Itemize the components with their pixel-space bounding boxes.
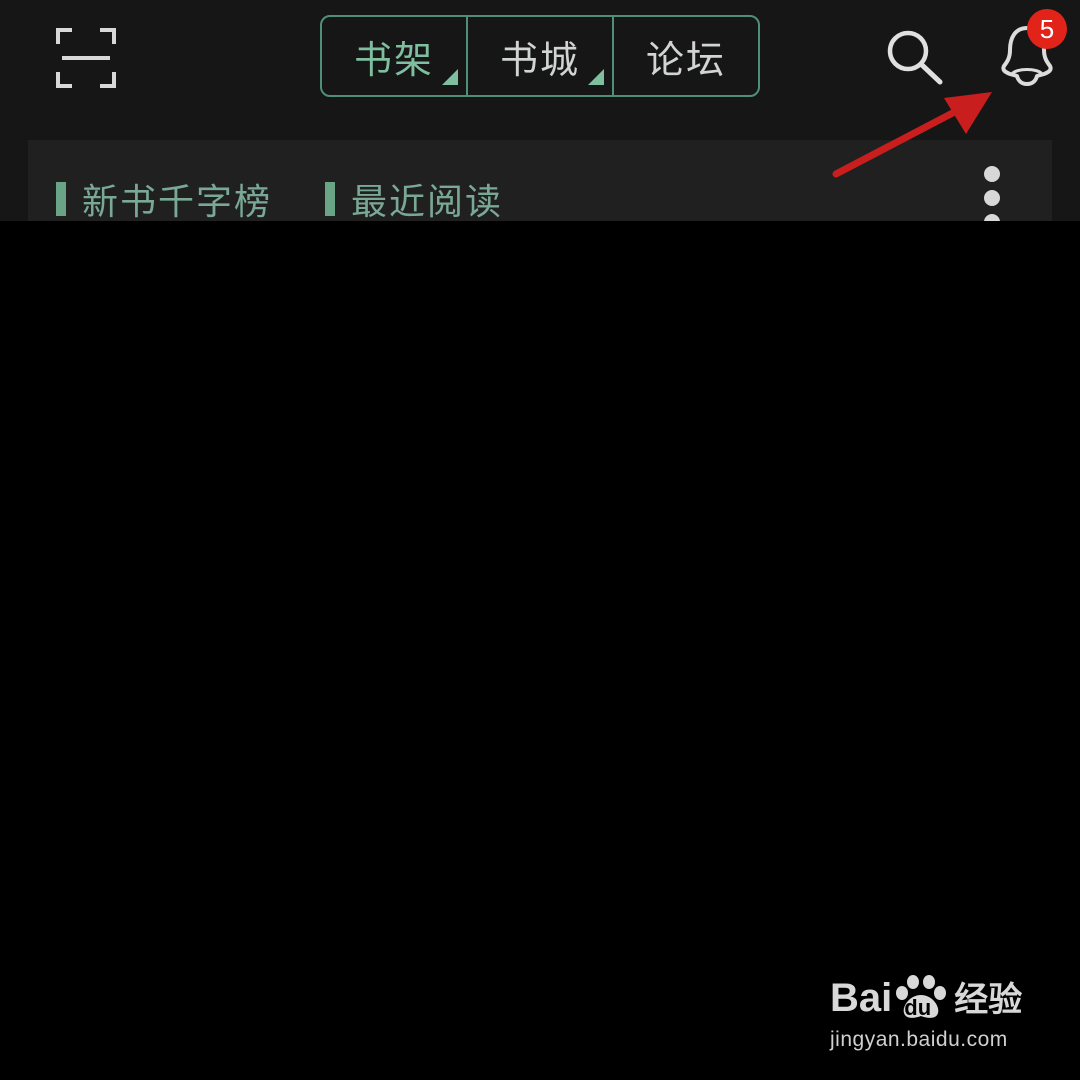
- dropdown-corner-icon: [588, 69, 604, 85]
- card-tab-label: 最近阅读: [351, 182, 504, 223]
- scan-icon: [56, 28, 116, 88]
- paw-icon: du: [894, 973, 948, 1021]
- watermark-url: jingyan.baidu.com: [830, 1028, 1008, 1051]
- accent-bar: [56, 182, 66, 216]
- card-tab-label: 新书千字榜: [82, 182, 273, 223]
- watermark-logo: Bai du 经验: [830, 972, 1022, 1021]
- tab-new-book-rank[interactable]: 新书千字榜: [56, 174, 272, 224]
- search-button[interactable]: [884, 28, 946, 86]
- app-screen: 书架 书城 论坛 5 新书千字榜 最近阅读 Bai du 经验 jingyan.…: [0, 0, 1080, 1080]
- tab-bookshelf[interactable]: 书架: [322, 17, 466, 95]
- notification-badge: 5: [1027, 9, 1067, 49]
- top-bar: 书架 书城 论坛 5 新书千字榜 最近阅读: [0, 0, 1080, 224]
- tab-label: 书架: [353, 37, 434, 82]
- tab-label: 书城: [499, 37, 580, 82]
- tab-forum[interactable]: 论坛: [612, 17, 758, 95]
- annotation-arrow: [832, 92, 992, 178]
- tab-label: 论坛: [645, 37, 726, 82]
- scan-button[interactable]: [54, 26, 118, 90]
- search-icon: [887, 30, 943, 85]
- dropdown-corner-icon: [442, 69, 458, 85]
- tab-bookstore[interactable]: 书城: [466, 17, 612, 95]
- accent-bar: [325, 182, 335, 216]
- tab-recent-reading[interactable]: 最近阅读: [325, 174, 503, 224]
- main-tabs: 书架 书城 论坛: [320, 15, 760, 97]
- baidu-watermark: Bai du 经验 jingyan.baidu.com: [826, 960, 1026, 1060]
